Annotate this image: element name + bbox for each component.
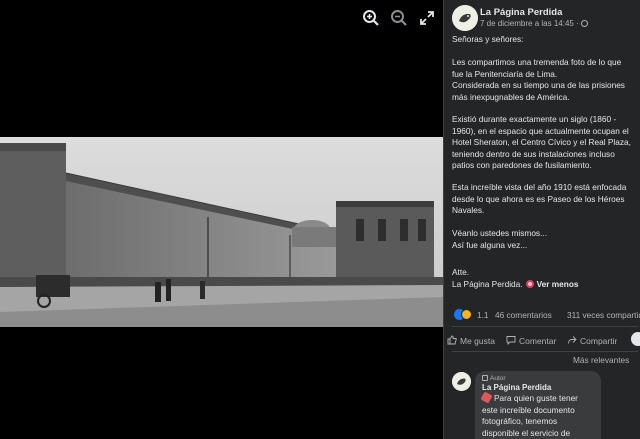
comment-bubble: Autor La Página Perdida Para quien guste… xyxy=(475,371,601,439)
post-paragraph: Señoras y señores: xyxy=(452,34,524,44)
like-button[interactable]: Me gusta xyxy=(447,332,507,350)
page-name-link[interactable]: La Página Perdida xyxy=(480,7,562,18)
share-label: Compartir xyxy=(580,336,618,346)
post-paragraph: Les compartimos una tremenda foto de lo … xyxy=(452,57,625,102)
divider xyxy=(452,351,638,352)
author-badge: Autor xyxy=(482,375,594,383)
see-less-link[interactable]: Ver menos xyxy=(537,279,579,289)
page-avatar[interactable] xyxy=(452,5,478,31)
pencil-icon xyxy=(482,375,488,381)
divider xyxy=(452,326,638,327)
shares-count[interactable]: 311 veces compartido xyxy=(567,310,640,320)
zoom-out-icon[interactable] xyxy=(389,8,409,28)
more-options-icon[interactable] xyxy=(631,332,640,346)
comment-author-name[interactable]: La Página Perdida xyxy=(482,383,594,393)
comment-author-avatar[interactable] xyxy=(452,372,471,391)
comment-sort-dropdown[interactable]: Más relevantes xyxy=(573,355,629,365)
emoji-icon xyxy=(525,279,534,288)
like-label: Me gusta xyxy=(460,336,495,346)
post-paragraph: Véanlo ustedes mismos... Así fue alguna … xyxy=(452,228,547,250)
reaction-count[interactable]: 1.1 xyxy=(477,310,489,320)
comment-button[interactable]: Comentar xyxy=(506,332,570,350)
post-paragraph: Esta increíble vista del año 1910 está e… xyxy=(452,182,627,215)
post-timestamp[interactable]: 7 de diciembre a las 14:45 · xyxy=(480,19,588,28)
comment-bubble-icon xyxy=(506,335,516,345)
post-signoff-text: Atte. La Página Perdida. xyxy=(452,267,523,289)
post-paragraph: Existió durante exactamente un siglo (18… xyxy=(452,114,631,170)
post-side-panel: La Página Perdida 7 de diciembre a las 1… xyxy=(444,0,640,439)
timestamp-text: 7 de diciembre a las 14:45 · xyxy=(480,19,579,28)
fullscreen-icon[interactable] xyxy=(417,8,437,28)
post-header: La Página Perdida 7 de diciembre a las 1… xyxy=(444,0,640,34)
share-button[interactable]: Compartir xyxy=(567,332,627,350)
author-badge-label: Autor xyxy=(490,375,506,382)
historic-penitentiary-photo xyxy=(0,137,444,327)
sort-label: Más relevantes xyxy=(573,355,630,365)
comment-text-body: Para quien guste tener este increíble do… xyxy=(482,393,578,438)
zoom-in-icon[interactable] xyxy=(361,8,381,28)
post-actions: Me gusta Comentar Compartir xyxy=(444,332,640,350)
post-closing: Atte. La Página Perdida. Ver menos xyxy=(452,267,579,290)
photo-viewer xyxy=(0,0,444,439)
party-popper-icon xyxy=(480,391,493,404)
comments-count[interactable]: 46 comentarios xyxy=(495,310,552,320)
comment-label: Comentar xyxy=(519,336,557,346)
thumbs-up-icon xyxy=(447,335,457,345)
share-arrow-icon xyxy=(567,335,577,345)
globe-icon xyxy=(580,20,588,27)
comment-text: Para quien guste tener este increíble do… xyxy=(480,391,594,439)
reactions-bar: 1.1 46 comentarios 311 veces compartido xyxy=(452,308,640,322)
wow-reaction-icon[interactable] xyxy=(461,309,472,320)
